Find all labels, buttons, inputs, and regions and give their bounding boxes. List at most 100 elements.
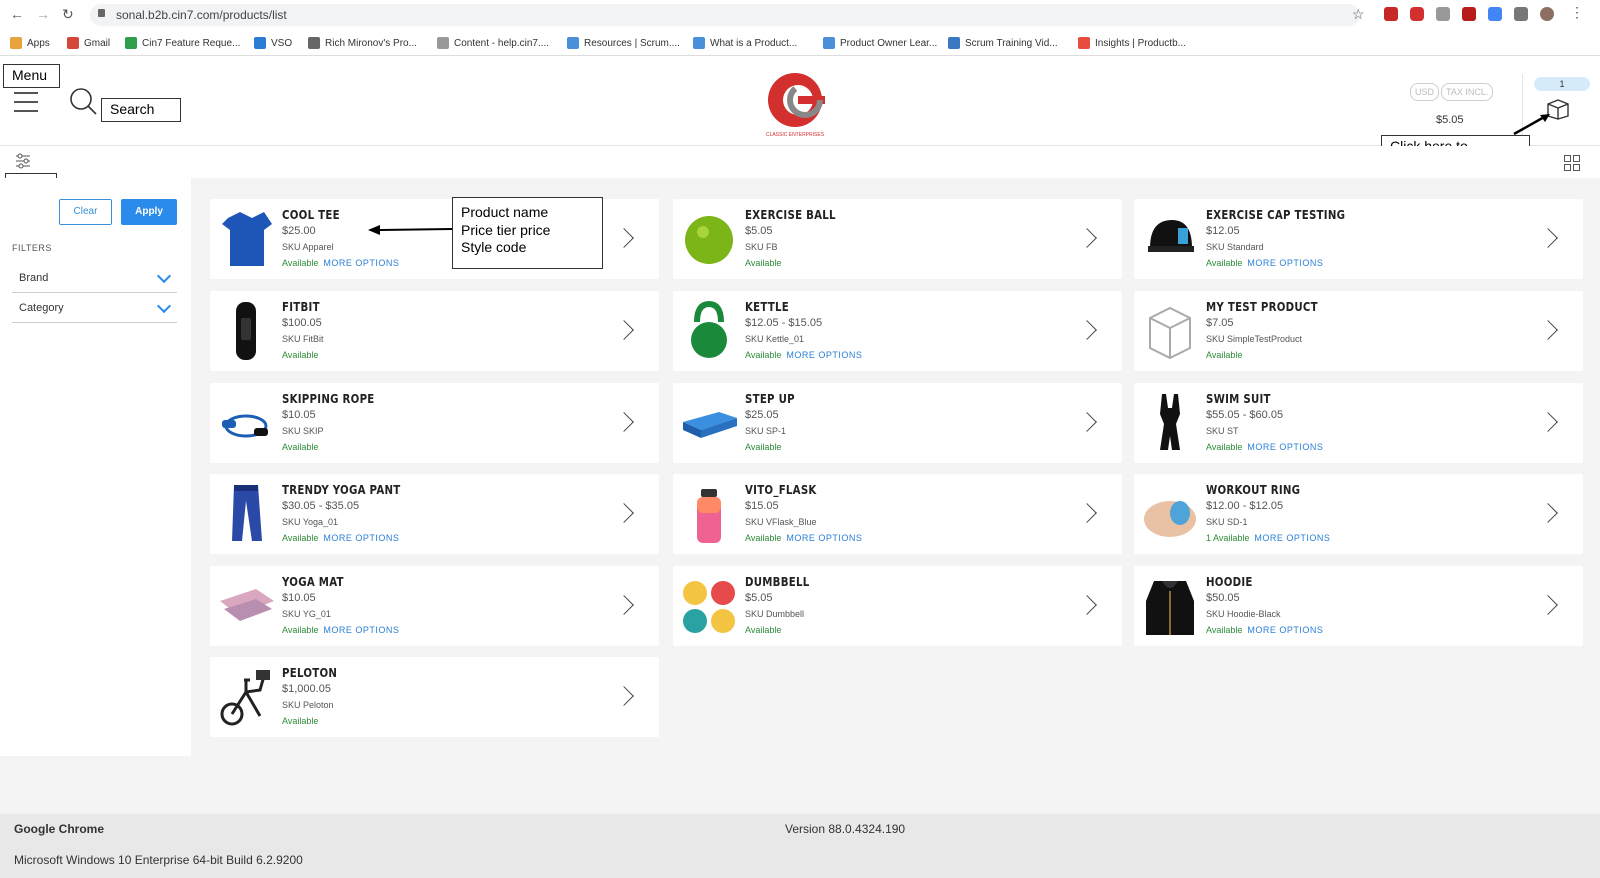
product-name[interactable]: COOL TEE <box>282 208 340 222</box>
chevron-right-icon[interactable] <box>614 412 634 432</box>
chevron-right-icon[interactable] <box>1538 412 1558 432</box>
product-name[interactable]: FITBIT <box>282 300 320 314</box>
product-name[interactable]: VITO_FLASK <box>745 483 817 497</box>
more-options-link[interactable]: MORE OPTIONS <box>1247 258 1323 268</box>
product-card[interactable]: WORKOUT RING $12.00 - $12.05 SKU SD-1 1 Ava… <box>1134 474 1583 554</box>
apply-button[interactable]: Apply <box>121 199 177 225</box>
profile-avatar[interactable] <box>1540 7 1554 21</box>
chevron-right-icon[interactable] <box>614 595 634 615</box>
chevron-right-icon[interactable] <box>614 686 634 706</box>
chevron-right-icon[interactable] <box>614 503 634 523</box>
product-name[interactable]: YOGA MAT <box>282 575 344 589</box>
product-card[interactable]: SWIM SUIT $55.05 - $60.05 SKU ST Available M… <box>1134 383 1583 463</box>
product-name[interactable]: EXERCISE BALL <box>745 208 836 222</box>
bookmark-label: Apps <box>27 37 50 49</box>
product-card[interactable]: STEP UP $25.05 SKU SP-1 Available <box>673 383 1122 463</box>
kebab-menu-icon[interactable]: ⋮ <box>1570 4 1584 21</box>
product-price: $10.05 <box>282 592 316 604</box>
filter-sliders-icon[interactable] <box>15 153 31 169</box>
bookmark-item[interactable]: Apps <box>10 37 50 49</box>
extension-icon[interactable] <box>1462 7 1476 21</box>
bookmark-item[interactable]: VSO <box>254 37 292 49</box>
bookmark-item[interactable]: What is a Product... <box>693 37 797 49</box>
product-card[interactable]: SKIPPING ROPE $10.05 SKU SKIP Available <box>210 383 659 463</box>
chevron-right-icon[interactable] <box>1538 595 1558 615</box>
product-name[interactable]: PELOTON <box>282 666 337 680</box>
grid-view-icon[interactable] <box>1564 155 1580 171</box>
search-icon[interactable] <box>68 86 98 116</box>
product-name[interactable]: HOODIE <box>1206 575 1253 589</box>
availability: Available <box>745 258 781 268</box>
clear-button[interactable]: Clear <box>59 199 112 225</box>
product-name[interactable]: EXERCISE CAP TESTING <box>1206 208 1345 222</box>
currency-tax-toggle[interactable]: USD TAX INCL. <box>1410 83 1494 101</box>
facet-category[interactable]: Category <box>12 293 177 323</box>
more-options-link[interactable]: MORE OPTIONS <box>323 258 399 268</box>
chevron-right-icon[interactable] <box>1077 412 1097 432</box>
bookmark-item[interactable]: Insights | Productb... <box>1078 37 1186 49</box>
availability: Available MORE OPTIONS <box>282 533 399 543</box>
more-options-link[interactable]: MORE OPTIONS <box>786 350 862 360</box>
back-icon[interactable]: ← <box>10 6 24 22</box>
youtube-icon[interactable] <box>1410 7 1424 21</box>
bookmark-star-icon[interactable]: ☆ <box>1352 6 1365 23</box>
bookmark-item[interactable]: Rich Mironov's Pro... <box>308 37 417 49</box>
more-options-link[interactable]: MORE OPTIONS <box>1247 625 1323 635</box>
chevron-right-icon[interactable] <box>1538 320 1558 340</box>
chevron-right-icon[interactable] <box>614 228 634 248</box>
translate-icon[interactable] <box>1488 7 1502 21</box>
product-card[interactable]: TRENDY YOGA PANT $30.05 - $35.05 SKU Yoga_… <box>210 474 659 554</box>
more-options-link[interactable]: MORE OPTIONS <box>323 625 399 635</box>
chevron-right-icon[interactable] <box>1077 503 1097 523</box>
product-card[interactable]: KETTLE $12.05 - $15.05 SKU Kettle_01 Availa… <box>673 291 1122 371</box>
product-card[interactable]: DUMBBELL $5.05 SKU Dumbbell Available <box>673 566 1122 646</box>
more-options-link[interactable]: MORE OPTIONS <box>323 533 399 543</box>
bookmark-item[interactable]: Cin7 Feature Reque... <box>125 37 240 49</box>
forward-icon[interactable]: → <box>36 6 50 22</box>
tax-pill[interactable]: TAX INCL. <box>1441 83 1494 101</box>
product-card[interactable]: YOGA MAT $10.05 SKU YG_01 Available MORE OPT… <box>210 566 659 646</box>
availability: Available MORE OPTIONS <box>282 625 399 635</box>
camera-icon[interactable] <box>1436 7 1450 21</box>
product-name[interactable]: KETTLE <box>745 300 789 314</box>
product-name[interactable]: DUMBBELL <box>745 575 809 589</box>
chevron-right-icon[interactable] <box>1077 228 1097 248</box>
product-card[interactable]: EXERCISE CAP TESTING $12.05 SKU Standard Av… <box>1134 199 1583 279</box>
product-name[interactable]: WORKOUT RING <box>1206 483 1300 497</box>
reload-icon[interactable]: ↻ <box>62 6 74 23</box>
product-card[interactable]: FITBIT $100.05 SKU FitBit Available <box>210 291 659 371</box>
bookmark-item[interactable]: Content - help.cin7.... <box>437 37 549 49</box>
chevron-right-icon[interactable] <box>1077 595 1097 615</box>
more-options-link[interactable]: MORE OPTIONS <box>1247 442 1323 452</box>
product-card[interactable]: MY TEST PRODUCT $7.05 SKU SimpleTestProduc… <box>1134 291 1583 371</box>
chevron-right-icon[interactable] <box>1077 320 1097 340</box>
bookmark-item[interactable]: Product Owner Lear... <box>823 37 937 49</box>
product-card[interactable]: VITO_FLASK $15.05 SKU VFlask_Blue Available… <box>673 474 1122 554</box>
bookmark-item[interactable]: Scrum Training Vid... <box>948 37 1058 49</box>
more-options-link[interactable]: MORE OPTIONS <box>786 533 862 543</box>
product-sku: SKU Hoodie-Black <box>1206 609 1281 619</box>
bookmark-item[interactable]: Resources | Scrum.... <box>567 37 680 49</box>
puzzle-icon[interactable] <box>1514 7 1528 21</box>
classic-enterprises-logo[interactable]: CLASSIC ENTERPRISES <box>765 72 825 138</box>
product-name[interactable]: SKIPPING ROPE <box>282 392 375 406</box>
product-name[interactable]: SWIM SUIT <box>1206 392 1271 406</box>
product-price: $25.05 <box>745 409 779 421</box>
chevron-right-icon[interactable] <box>1538 228 1558 248</box>
more-options-link[interactable]: MORE OPTIONS <box>1254 533 1330 543</box>
bookmark-item[interactable]: Gmail <box>67 37 110 49</box>
chevron-right-icon[interactable] <box>614 320 634 340</box>
menu-icon[interactable] <box>14 92 38 119</box>
product-name[interactable]: STEP UP <box>745 392 795 406</box>
product-name[interactable]: TRENDY YOGA PANT <box>282 483 401 497</box>
product-card[interactable]: PELOTON $1,000.05 SKU Peloton Available <box>210 657 659 737</box>
currency-pill[interactable]: USD <box>1410 83 1440 101</box>
chevron-right-icon[interactable] <box>1538 503 1558 523</box>
facet-brand[interactable]: Brand <box>12 263 177 293</box>
product-card[interactable]: HOODIE $50.05 SKU Hoodie-Black Available MOR… <box>1134 566 1583 646</box>
product-name[interactable]: MY TEST PRODUCT <box>1206 300 1318 314</box>
extension-icon[interactable] <box>1384 7 1398 21</box>
url-input[interactable]: sonal.b2b.cin7.com/products/list <box>90 4 1360 26</box>
product-card[interactable]: EXERCISE BALL $5.05 SKU FB Available <box>673 199 1122 279</box>
availability-text: Available <box>745 625 782 635</box>
